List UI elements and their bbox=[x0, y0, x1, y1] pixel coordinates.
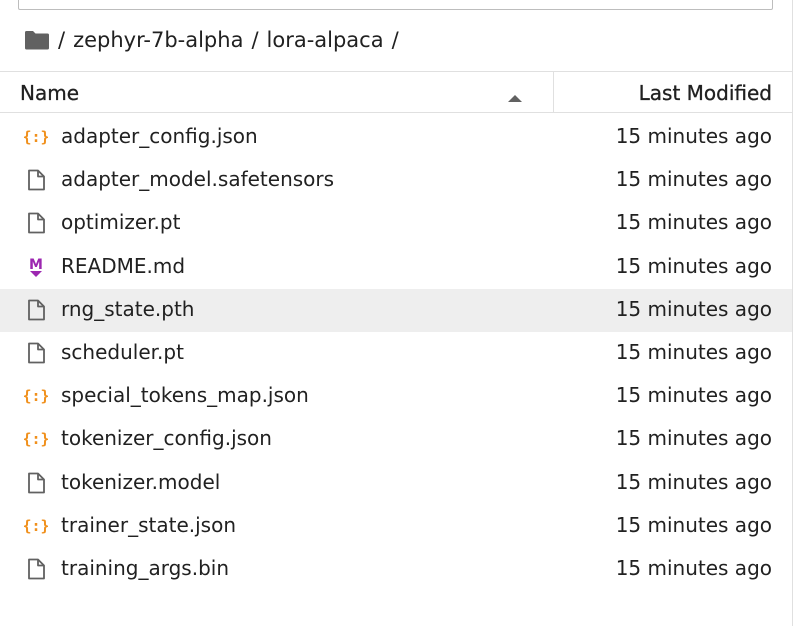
column-last-modified-label: Last Modified bbox=[638, 81, 772, 105]
file-name: README.md bbox=[61, 253, 186, 278]
file-modified: 15 minutes ago bbox=[615, 167, 772, 192]
file-name: special_tokens_map.json bbox=[61, 383, 309, 408]
file-name: tokenizer.model bbox=[61, 469, 221, 494]
file-row[interactable]: scheduler.pt 15 minutes ago bbox=[0, 332, 792, 375]
file-modified: 15 minutes ago bbox=[615, 512, 772, 537]
file-row[interactable]: {:} trainer_state.json 15 minutes ago bbox=[0, 505, 792, 548]
json-icon: {:} bbox=[22, 427, 49, 451]
file-modified: 15 minutes ago bbox=[615, 426, 772, 451]
breadcrumb-trailing-separator: / bbox=[391, 28, 399, 52]
file-row[interactable]: {:} tokenizer_config.json 15 minutes ago bbox=[0, 418, 792, 461]
breadcrumb-item-zephyr[interactable]: zephyr-7b-alpha bbox=[73, 28, 243, 52]
file-name: tokenizer_config.json bbox=[61, 426, 272, 451]
file-icon bbox=[24, 341, 48, 365]
file-modified: 15 minutes ago bbox=[615, 253, 772, 278]
file-icon bbox=[24, 557, 48, 581]
sort-ascending-icon bbox=[507, 88, 523, 102]
file-icon bbox=[24, 471, 48, 495]
file-list: {:} adapter_config.json 15 minutes ago a… bbox=[0, 116, 792, 591]
file-row[interactable]: M README.md 15 minutes ago bbox=[0, 246, 792, 289]
file-name: scheduler.pt bbox=[61, 339, 184, 364]
file-icon bbox=[24, 211, 48, 235]
listing-header: Name Last Modified bbox=[0, 71, 792, 113]
file-name: rng_state.pth bbox=[61, 296, 195, 321]
file-row[interactable]: tokenizer.model 15 minutes ago bbox=[0, 462, 792, 505]
file-browser: / zephyr-7b-alpha / lora-alpaca / Name L… bbox=[0, 0, 793, 626]
breadcrumb-separator: / bbox=[251, 28, 259, 52]
svg-text:M: M bbox=[29, 257, 43, 273]
file-modified: 15 minutes ago bbox=[615, 555, 772, 580]
file-icon bbox=[24, 298, 48, 322]
file-modified: 15 minutes ago bbox=[615, 339, 772, 364]
filter-input[interactable] bbox=[18, 0, 773, 10]
file-row[interactable]: rng_state.pth 15 minutes ago bbox=[0, 288, 792, 332]
file-name: adapter_config.json bbox=[61, 124, 258, 148]
svg-text:{:}: {:} bbox=[24, 517, 48, 535]
svg-text:{:}: {:} bbox=[24, 387, 48, 405]
breadcrumb: / zephyr-7b-alpha / lora-alpaca / bbox=[24, 22, 407, 58]
file-modified: 15 minutes ago bbox=[615, 469, 772, 494]
breadcrumb-root-separator[interactable]: / bbox=[58, 28, 65, 52]
file-row[interactable]: {:} special_tokens_map.json 15 minutes a… bbox=[0, 375, 792, 418]
column-header-name[interactable]: Name bbox=[0, 72, 554, 112]
file-row[interactable]: optimizer.pt 15 minutes ago bbox=[0, 202, 792, 245]
file-modified: 15 minutes ago bbox=[615, 210, 772, 235]
file-modified: 15 minutes ago bbox=[615, 124, 772, 148]
file-row[interactable]: adapter_model.safetensors 15 minutes ago bbox=[0, 159, 792, 202]
svg-text:{:}: {:} bbox=[24, 128, 48, 146]
markdown-icon: M bbox=[24, 255, 48, 279]
json-icon: {:} bbox=[22, 125, 49, 149]
svg-text:{:}: {:} bbox=[24, 430, 48, 448]
file-name: optimizer.pt bbox=[61, 210, 181, 235]
file-icon bbox=[24, 168, 48, 192]
file-row[interactable]: {:} adapter_config.json 15 minutes ago bbox=[0, 116, 792, 159]
column-name-label: Name bbox=[20, 81, 80, 105]
file-name: training_args.bin bbox=[61, 555, 230, 580]
json-icon: {:} bbox=[22, 514, 49, 538]
file-row[interactable]: training_args.bin 15 minutes ago bbox=[0, 548, 792, 591]
file-name: trainer_state.json bbox=[61, 512, 236, 537]
json-icon: {:} bbox=[22, 384, 49, 408]
breadcrumb-item-lora-alpaca[interactable]: lora-alpaca bbox=[267, 28, 384, 52]
folder-icon[interactable] bbox=[24, 29, 50, 51]
file-modified: 15 minutes ago bbox=[615, 383, 772, 408]
file-modified: 15 minutes ago bbox=[615, 296, 772, 321]
panel-divider bbox=[792, 0, 793, 626]
column-header-last-modified[interactable]: Last Modified bbox=[555, 72, 792, 112]
file-name: adapter_model.safetensors bbox=[61, 167, 335, 192]
